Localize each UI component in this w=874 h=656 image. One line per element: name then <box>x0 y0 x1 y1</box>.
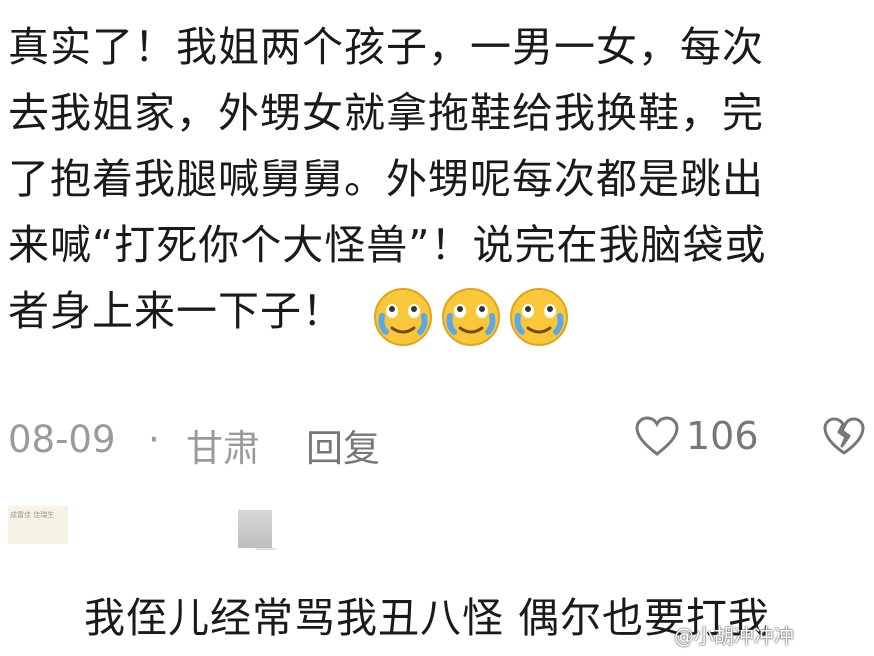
dislike-button[interactable] <box>822 416 866 465</box>
next-comment-text: 我侄儿经常骂我丑八怪 偶尔也要打我 <box>84 594 771 642</box>
comment-line-5: 者身上来一下子！ <box>8 287 344 335</box>
comment-meta: 08-09 · 甘肃 回复 106 <box>8 412 868 470</box>
comment-date: 08-09 <box>8 418 116 461</box>
meta-separator: · <box>148 418 160 461</box>
avatar[interactable]: 成雷佳 佳瑞生 <box>8 506 68 544</box>
comment-body: 真实了！我姐两个孩子，一男一女，每次 去我姐家，外甥女就拿拖鞋给我换鞋，完 了抱… <box>8 14 868 346</box>
crying-laughing-face-icon <box>442 287 501 346</box>
comment-line-2: 去我姐家，外甥女就拿拖鞋给我换鞋，完 <box>8 89 764 137</box>
comment-location: 甘肃 <box>186 427 260 470</box>
comment-line-3: 了抱着我腿喊舅舅。外甥呢每次都是跳出 <box>8 155 764 203</box>
crying-laughing-face-icon <box>374 287 433 346</box>
reply-button[interactable]: 回复 <box>306 418 380 472</box>
heart-icon <box>635 416 679 456</box>
comment-line-4: 来喊“打死你个大怪兽”！说完在我脑袋或 <box>8 221 767 269</box>
comment-line-1: 真实了！我姐两个孩子，一男一女，每次 <box>8 23 764 71</box>
emoji-row <box>372 281 576 348</box>
blurred-mark <box>256 534 276 550</box>
comment-line-5-wrap: 者身上来一下子！ <box>8 278 868 346</box>
like-button[interactable]: 106 <box>634 414 759 458</box>
broken-heart-icon <box>823 417 865 455</box>
crying-laughing-face-icon <box>510 287 569 346</box>
avatar-caption: 成雷佳 佳瑞生 <box>10 511 55 519</box>
watermark: @小胡冲冲冲 <box>674 624 794 648</box>
like-count: 106 <box>686 414 759 458</box>
